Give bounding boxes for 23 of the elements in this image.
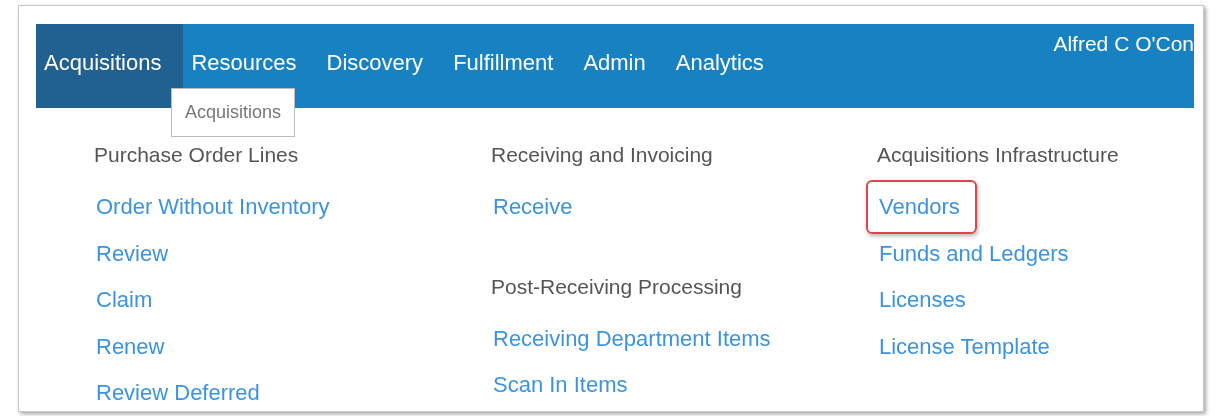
nav-tab[interactable]: Discovery bbox=[318, 24, 446, 108]
section-heading: Post-Receiving Processing bbox=[491, 273, 742, 300]
section-heading: Acquisitions Infrastructure bbox=[877, 142, 1119, 168]
user-name[interactable]: Alfred C O'Con bbox=[1053, 24, 1194, 108]
menu-link[interactable]: Renew bbox=[94, 332, 167, 361]
menu-link[interactable]: Scan In Items bbox=[491, 371, 630, 399]
menu-link[interactable]: License Template bbox=[877, 332, 1052, 361]
menu-link[interactable]: Funds and Ledgers bbox=[877, 239, 1071, 268]
nav-tab[interactable]: Acquisitions bbox=[36, 24, 184, 108]
nav-tab[interactable]: Admin bbox=[575, 24, 668, 108]
nav-tab[interactable]: Fulfillment bbox=[445, 24, 576, 108]
nav-tab[interactable]: Analytics bbox=[667, 24, 786, 108]
menu-link[interactable]: Review bbox=[94, 239, 171, 268]
menu-link[interactable]: Claim bbox=[94, 286, 155, 314]
menu-link[interactable]: Vendors bbox=[866, 180, 977, 234]
section-heading: Purchase Order Lines bbox=[94, 142, 299, 168]
menu-link[interactable]: Receive bbox=[491, 193, 575, 221]
section-heading: Receiving and Invoicing bbox=[491, 142, 713, 168]
tooltip: Acquisitions bbox=[171, 88, 296, 137]
menu-link[interactable]: Order Without Inventory bbox=[94, 193, 332, 221]
menu-link[interactable]: Review Deferred bbox=[94, 379, 262, 407]
menu-link[interactable]: Receiving Department Items bbox=[491, 324, 773, 353]
menu-link[interactable]: Licenses bbox=[877, 286, 968, 314]
